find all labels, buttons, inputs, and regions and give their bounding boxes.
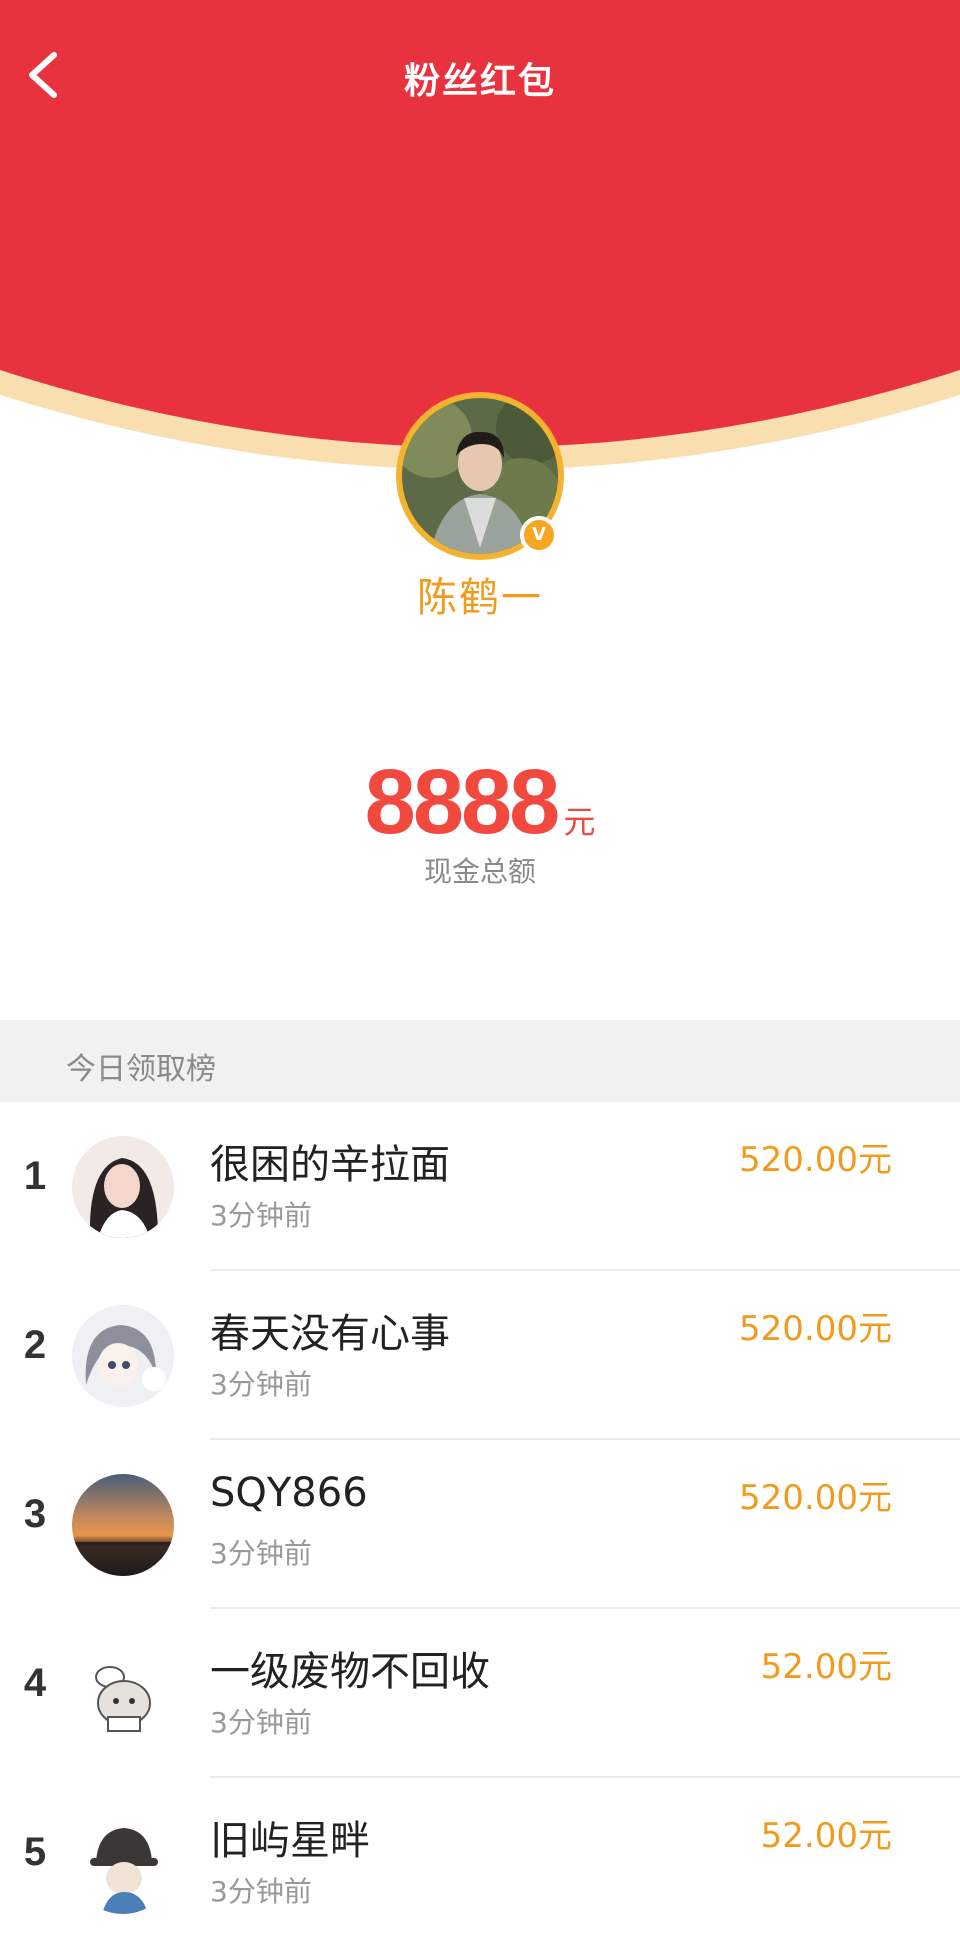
- user-avatar[interactable]: [72, 1136, 174, 1238]
- user-name: 旧屿星畔: [210, 1818, 370, 1864]
- claim-time: 3分钟前: [210, 1199, 312, 1232]
- claim-amount: 520.00元: [739, 1140, 892, 1180]
- user-name: 春天没有心事: [210, 1311, 450, 1357]
- user-name: 很困的辛拉面: [210, 1142, 450, 1188]
- list-item[interactable]: 1 很困的辛拉面 3分钟前 520.00元: [0, 1102, 960, 1271]
- list-item[interactable]: 2 春天没有心事 3分钟前 520.00元: [0, 1271, 960, 1440]
- user-name: 一级废物不回收: [210, 1649, 490, 1695]
- user-avatar[interactable]: [72, 1812, 174, 1914]
- claim-time: 3分钟前: [210, 1537, 312, 1570]
- ranking-section-header: 今日领取榜: [0, 1020, 960, 1102]
- claim-amount: 520.00元: [739, 1309, 892, 1349]
- claim-time: 3分钟前: [210, 1875, 312, 1908]
- rank-number: 5: [23, 1830, 47, 1874]
- list-item[interactable]: 3 SQY866 3分钟前 520.00元: [0, 1440, 960, 1609]
- owner-name: 陈鹤一: [417, 575, 543, 621]
- claim-time: 3分钟前: [210, 1706, 312, 1739]
- amount-unit: 元: [563, 803, 596, 841]
- claim-amount: 52.00元: [760, 1816, 892, 1856]
- list-item[interactable]: 4 一级废物不回收 3分钟前 52.00元: [0, 1609, 960, 1778]
- page-title: 粉丝红包: [403, 61, 556, 102]
- amount-caption: 现金总额: [423, 855, 536, 888]
- rank-number: 3: [23, 1492, 47, 1536]
- amount-value: 8888: [364, 751, 561, 853]
- claim-amount: 520.00元: [739, 1478, 892, 1518]
- claim-time: 3分钟前: [210, 1368, 312, 1401]
- verified-badge-icon: V: [520, 516, 558, 554]
- rank-number: 1: [23, 1154, 47, 1198]
- total-amount: 8888 元: [0, 750, 960, 855]
- rank-number: 4: [23, 1661, 47, 1705]
- user-avatar[interactable]: [72, 1474, 174, 1576]
- rank-number: 2: [23, 1323, 47, 1367]
- ranking-list: 1 很困的辛拉面 3分钟前 520.00元 2 春天没有心事 3分钟前 520.…: [0, 1102, 960, 1947]
- owner-avatar[interactable]: V: [396, 392, 564, 560]
- user-avatar[interactable]: [72, 1305, 174, 1407]
- list-item[interactable]: 5 旧屿星畔 3分钟前 52.00元: [0, 1778, 960, 1947]
- claim-amount: 52.00元: [760, 1647, 892, 1687]
- user-name: SQY866: [210, 1470, 368, 1516]
- user-avatar[interactable]: [72, 1643, 174, 1745]
- ranking-title: 今日领取榜: [66, 1052, 216, 1087]
